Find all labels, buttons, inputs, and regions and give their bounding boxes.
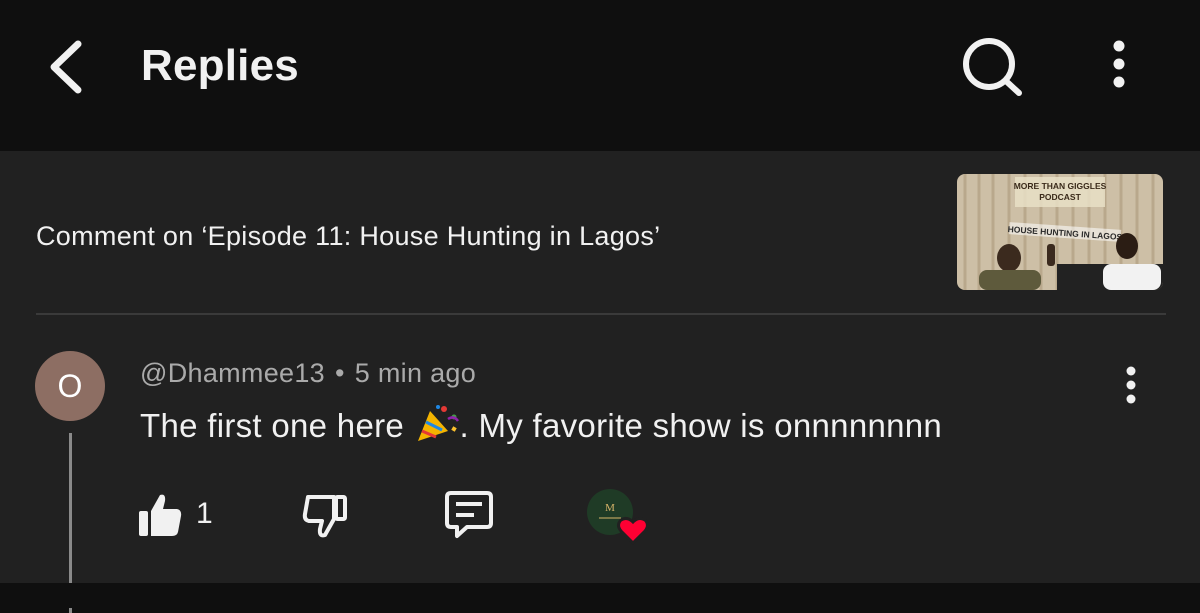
top-app-bar: Replies xyxy=(0,0,1200,150)
search-icon xyxy=(963,38,1022,96)
thumbs-down-icon xyxy=(302,495,347,538)
comment-icon xyxy=(445,491,493,538)
avatar[interactable]: O xyxy=(35,351,105,421)
reply-button[interactable] xyxy=(443,489,495,541)
comment-text-start: The first one here xyxy=(140,407,414,444)
back-button[interactable] xyxy=(44,36,90,96)
creator-avatar-heart-icon: M xyxy=(587,489,649,546)
thumbs-up-icon xyxy=(139,494,182,536)
comment-time: 5 min ago xyxy=(354,358,477,388)
page-title: Replies xyxy=(141,41,299,90)
like-count: 1 xyxy=(196,497,213,530)
like-button[interactable] xyxy=(136,491,184,539)
comment-meta: @Dhammee13 • 5 min ago xyxy=(140,356,476,390)
thumbnail-image: MORE THAN GIGGLES PODCAST HOUSE HUNTING … xyxy=(957,174,1163,290)
more-vertical-icon xyxy=(1126,366,1136,404)
video-thumbnail[interactable]: MORE THAN GIGGLES PODCAST HOUSE HUNTING … xyxy=(957,174,1163,290)
comment-options-button[interactable] xyxy=(1114,365,1148,407)
party-popper-icon xyxy=(417,405,459,441)
thumbnail-subtitle: PODCAST xyxy=(1039,192,1081,202)
comment-author[interactable]: @Dhammee13 xyxy=(140,358,325,388)
more-options-button[interactable] xyxy=(1098,36,1140,96)
meta-separator: • xyxy=(335,358,345,388)
replies-panel: Comment on ‘Episode 11: House Hunting in… xyxy=(0,151,1200,613)
bottom-bar xyxy=(0,583,1200,608)
comment-text-end: . My favorite show is onnnnnnnn xyxy=(459,407,943,444)
comment-context-label: Comment on ‘Episode 11: House Hunting in… xyxy=(36,221,661,251)
divider xyxy=(36,313,1166,315)
comment-text: The first one here . My favorite show is… xyxy=(140,403,942,447)
svg-text:M: M xyxy=(605,502,615,514)
creator-heart-badge: M xyxy=(586,489,654,547)
dislike-button[interactable] xyxy=(300,491,350,541)
more-vertical-icon xyxy=(1113,40,1125,88)
search-button[interactable] xyxy=(958,37,1024,97)
arrow-back-icon xyxy=(50,40,82,94)
thumbnail-title: MORE THAN GIGGLES xyxy=(1014,181,1107,191)
